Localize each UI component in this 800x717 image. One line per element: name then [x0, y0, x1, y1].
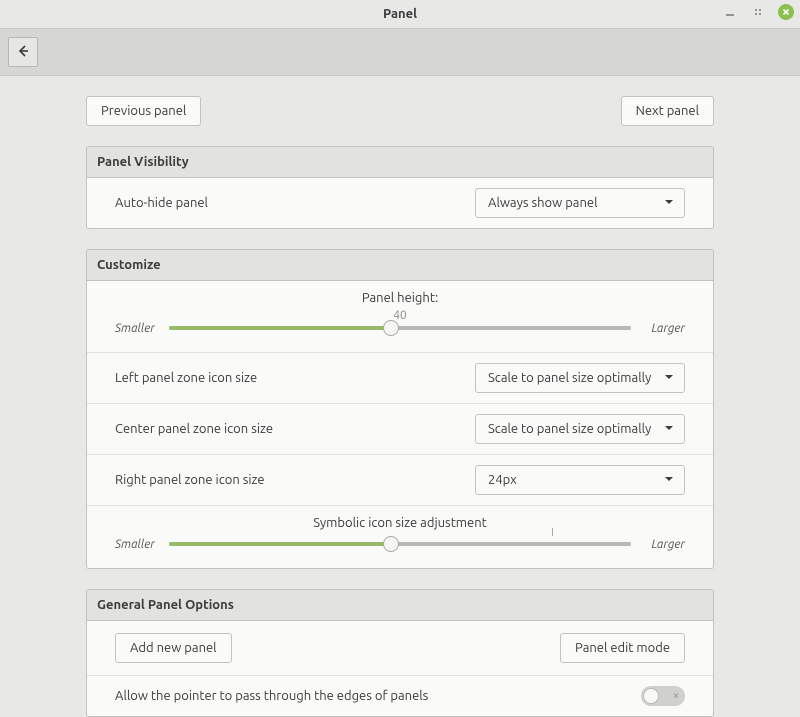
close-button[interactable] [778, 4, 794, 20]
symbolic-slider[interactable] [169, 534, 631, 554]
back-button[interactable] [8, 37, 38, 67]
right-zone-row: Right panel zone icon size 24px [87, 455, 713, 506]
slider-label-smaller: Smaller [115, 322, 159, 335]
chevron-down-icon [664, 196, 674, 210]
slider-tick [552, 528, 553, 536]
toolbar [0, 28, 800, 76]
chevron-down-icon [664, 371, 674, 385]
general-options-section: General Panel Options Add new panel Pane… [86, 589, 714, 717]
slider-thumb[interactable] [383, 536, 399, 552]
panel-height-title: Panel height: [115, 291, 685, 305]
slider-label-larger: Larger [641, 322, 685, 335]
slider-label-smaller: Smaller [115, 538, 159, 551]
pointer-passthrough-row: Allow the pointer to pass through the ed… [87, 676, 713, 716]
section-header-general: General Panel Options [87, 590, 713, 621]
window-title: Panel [383, 7, 417, 21]
center-zone-row: Center panel zone icon size Scale to pan… [87, 404, 713, 455]
pointer-passthrough-toggle[interactable]: × [641, 686, 685, 706]
panel-height-slider[interactable] [169, 318, 631, 338]
customize-section: Customize Panel height: 40 Smaller Large… [86, 249, 714, 569]
next-panel-button[interactable]: Next panel [621, 96, 714, 126]
section-header-customize: Customize [87, 250, 713, 281]
combo-value: Scale to panel size optimally [488, 371, 651, 385]
left-zone-label: Left panel zone icon size [115, 371, 257, 385]
right-zone-label: Right panel zone icon size [115, 473, 265, 487]
autohide-row: Auto-hide panel Always show panel [87, 178, 713, 228]
arrow-left-icon [15, 43, 31, 62]
panel-nav-row: Previous panel Next panel [86, 96, 714, 126]
combo-value: Scale to panel size optimally [488, 422, 651, 436]
chevron-down-icon [664, 422, 674, 436]
symbolic-row: Symbolic icon size adjustment Smaller La… [87, 506, 713, 568]
general-buttons-row: Add new panel Panel edit mode [87, 621, 713, 676]
slider-label-larger: Larger [641, 538, 685, 551]
minimize-button[interactable] [722, 4, 738, 20]
maximize-button[interactable] [750, 4, 766, 20]
titlebar: Panel [0, 0, 800, 28]
symbolic-title: Symbolic icon size adjustment [115, 516, 685, 530]
right-zone-combo[interactable]: 24px [475, 465, 685, 495]
toggle-knob [643, 688, 659, 704]
content-area: Previous panel Next panel Panel Visibili… [0, 76, 800, 717]
combo-value: Always show panel [488, 196, 598, 210]
section-header-visibility: Panel Visibility [87, 147, 713, 178]
slider-thumb[interactable] [383, 320, 399, 336]
center-zone-combo[interactable]: Scale to panel size optimally [475, 414, 685, 444]
slider-fill [169, 542, 391, 546]
symbolic-slider-container: Smaller Larger [115, 534, 685, 554]
panel-height-slider-container: Smaller Larger [115, 318, 685, 338]
chevron-down-icon [664, 473, 674, 487]
combo-value: 24px [488, 473, 517, 487]
pointer-passthrough-label: Allow the pointer to pass through the ed… [115, 689, 428, 703]
panel-edit-mode-button[interactable]: Panel edit mode [560, 633, 685, 663]
toggle-off-icon: × [673, 690, 679, 702]
autohide-combo[interactable]: Always show panel [475, 188, 685, 218]
add-new-panel-button[interactable]: Add new panel [115, 633, 232, 663]
panel-visibility-section: Panel Visibility Auto-hide panel Always … [86, 146, 714, 229]
slider-fill [169, 326, 391, 330]
left-zone-row: Left panel zone icon size Scale to panel… [87, 353, 713, 404]
autohide-label: Auto-hide panel [115, 196, 208, 210]
panel-height-row: Panel height: 40 Smaller Larger [87, 281, 713, 353]
previous-panel-button[interactable]: Previous panel [86, 96, 201, 126]
center-zone-label: Center panel zone icon size [115, 422, 273, 436]
window-controls [722, 4, 794, 20]
left-zone-combo[interactable]: Scale to panel size optimally [475, 363, 685, 393]
